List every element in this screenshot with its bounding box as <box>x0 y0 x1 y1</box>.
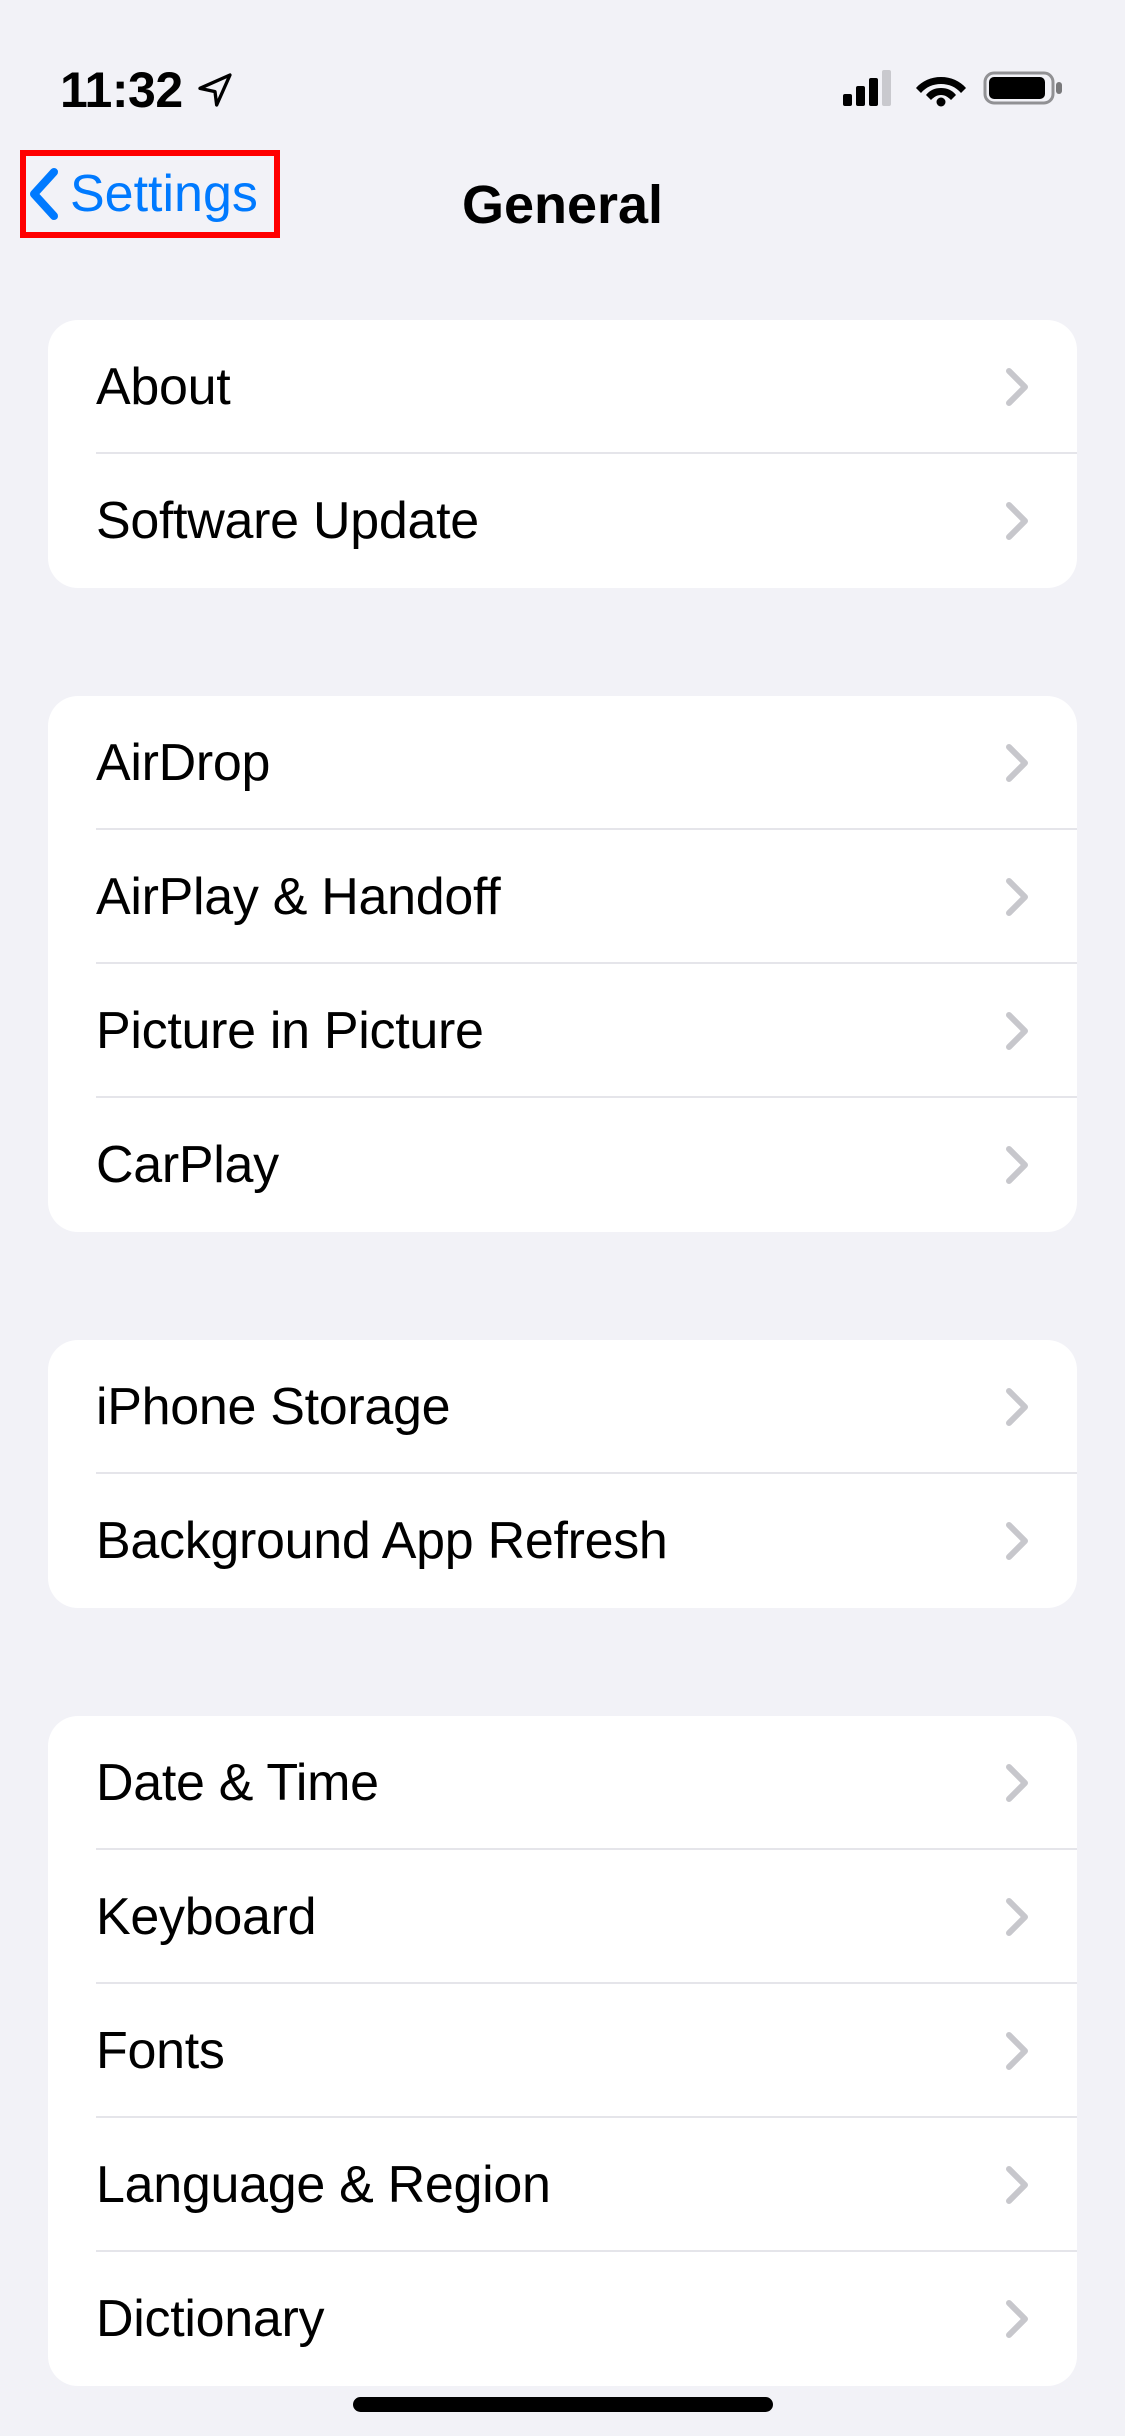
row-carplay[interactable]: CarPlay <box>48 1098 1077 1232</box>
row-label: Picture in Picture <box>96 1001 484 1061</box>
status-time: 11:32 <box>60 61 183 119</box>
settings-group: About Software Update <box>48 320 1077 588</box>
row-label: Software Update <box>96 491 479 551</box>
row-label: Date & Time <box>96 1753 379 1813</box>
row-dictionary[interactable]: Dictionary <box>48 2252 1077 2386</box>
chevron-right-icon <box>1005 2031 1029 2071</box>
row-picture-in-picture[interactable]: Picture in Picture <box>48 964 1077 1098</box>
row-airdrop[interactable]: AirDrop <box>48 696 1077 830</box>
row-label: Dictionary <box>96 2289 324 2349</box>
chevron-right-icon <box>1005 1521 1029 1561</box>
content: About Software Update AirDrop AirPlay & … <box>0 270 1125 2386</box>
row-label: Language & Region <box>96 2155 551 2215</box>
row-background-app-refresh[interactable]: Background App Refresh <box>48 1474 1077 1608</box>
row-keyboard[interactable]: Keyboard <box>48 1850 1077 1984</box>
row-label: iPhone Storage <box>96 1377 450 1437</box>
row-label: Fonts <box>96 2021 225 2081</box>
chevron-left-icon <box>26 166 62 222</box>
nav-title: General <box>462 174 663 236</box>
row-date-time[interactable]: Date & Time <box>48 1716 1077 1850</box>
back-button[interactable]: Settings <box>20 150 280 238</box>
chevron-right-icon <box>1005 2299 1029 2339</box>
chevron-right-icon <box>1005 501 1029 541</box>
row-about[interactable]: About <box>48 320 1077 454</box>
row-airplay-handoff[interactable]: AirPlay & Handoff <box>48 830 1077 964</box>
chevron-right-icon <box>1005 1011 1029 1051</box>
location-icon <box>195 70 235 110</box>
row-language-region[interactable]: Language & Region <box>48 2118 1077 2252</box>
chevron-right-icon <box>1005 2165 1029 2205</box>
home-indicator[interactable] <box>353 2397 773 2412</box>
chevron-right-icon <box>1005 877 1029 917</box>
chevron-right-icon <box>1005 1763 1029 1803</box>
wifi-icon <box>915 69 967 112</box>
chevron-right-icon <box>1005 1897 1029 1937</box>
status-left: 11:32 <box>60 61 235 119</box>
row-iphone-storage[interactable]: iPhone Storage <box>48 1340 1077 1474</box>
row-label: AirDrop <box>96 733 270 793</box>
row-label: Keyboard <box>96 1887 316 1947</box>
row-software-update[interactable]: Software Update <box>48 454 1077 588</box>
settings-group: iPhone Storage Background App Refresh <box>48 1340 1077 1608</box>
status-bar: 11:32 <box>0 0 1125 140</box>
nav-bar: Settings General <box>0 140 1125 270</box>
back-label: Settings <box>70 164 258 224</box>
chevron-right-icon <box>1005 1145 1029 1185</box>
cellular-icon <box>843 70 899 111</box>
row-label: About <box>96 357 230 417</box>
battery-icon <box>983 69 1065 112</box>
row-label: AirPlay & Handoff <box>96 867 500 927</box>
row-label: CarPlay <box>96 1135 279 1195</box>
chevron-right-icon <box>1005 1387 1029 1427</box>
settings-group: AirDrop AirPlay & Handoff Picture in Pic… <box>48 696 1077 1232</box>
chevron-right-icon <box>1005 367 1029 407</box>
row-fonts[interactable]: Fonts <box>48 1984 1077 2118</box>
chevron-right-icon <box>1005 743 1029 783</box>
settings-group: Date & Time Keyboard Fonts Language & Re… <box>48 1716 1077 2386</box>
row-label: Background App Refresh <box>96 1511 668 1571</box>
status-right <box>843 69 1065 112</box>
